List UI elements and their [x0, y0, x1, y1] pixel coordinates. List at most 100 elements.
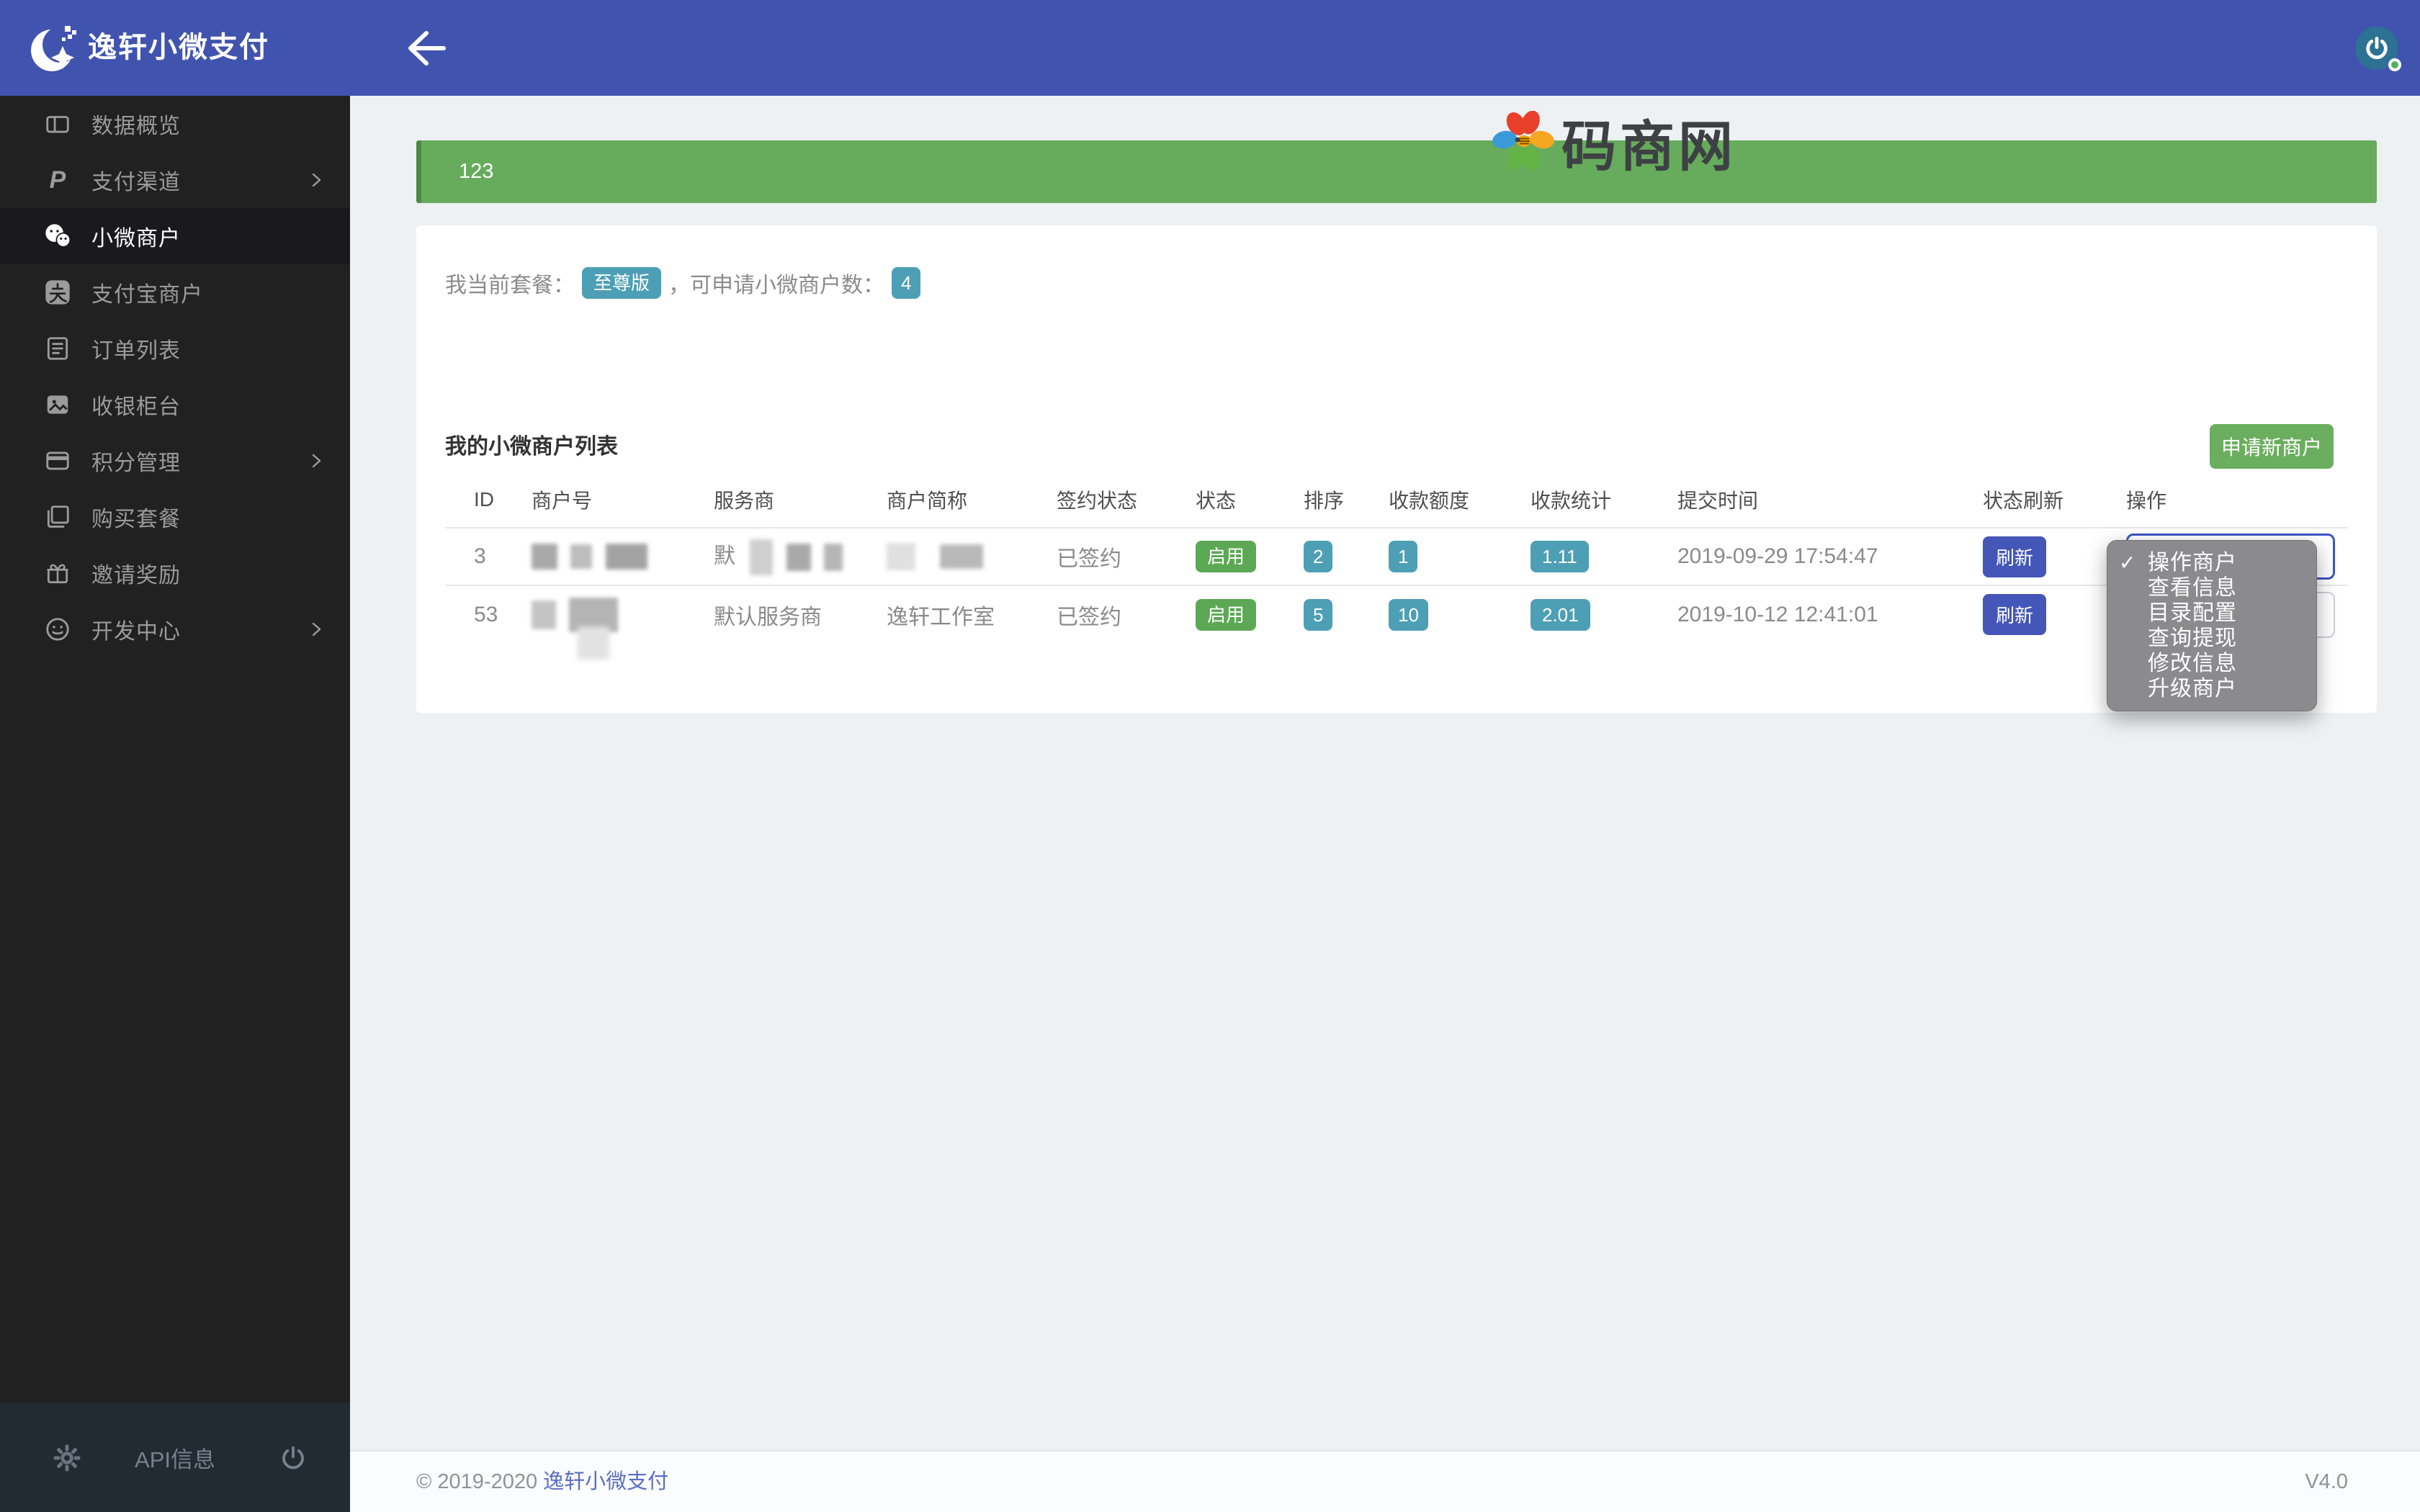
sidebar-item-label: 数据概览: [91, 114, 181, 138]
sidebar-item-cashier[interactable]: 收银柜台: [0, 377, 350, 433]
redacted-block: [750, 539, 774, 576]
smiley-icon: [42, 613, 73, 645]
dropdown-item-label: 修改信息: [2148, 652, 2237, 675]
col-header-status: 状态: [1167, 472, 1275, 528]
app-header: 逸轩小微支付: [0, 0, 2420, 96]
sort-badge: 5: [1304, 598, 1333, 631]
cell-time: 2019-10-12 12:41:01: [1677, 602, 1878, 626]
dropdown-item-label: 操作商户: [2148, 551, 2237, 575]
col-header-stats: 收款统计: [1502, 472, 1649, 528]
sidebar-item-label: 购买套餐: [91, 508, 181, 531]
quota-badge: 1: [1389, 541, 1418, 572]
paypal-icon: P: [49, 166, 66, 194]
redacted-block: [605, 544, 647, 570]
sidebar-item-invite-rewards[interactable]: 邀请奖励: [0, 545, 350, 601]
table-row: 53 默认服务商 逸轩工作室 已签约 启用 5 10 2.01 2019-10-…: [445, 585, 2348, 660]
redacted-block: [824, 544, 843, 572]
refresh-button[interactable]: 刷新: [1983, 594, 2047, 635]
sidebar-item-alipay-merchant[interactable]: 支付宝商户: [0, 264, 350, 320]
user-avatar[interactable]: [2355, 27, 2401, 71]
dropdown-item-upgrade-merchant[interactable]: 升级商户: [2107, 676, 2316, 701]
col-header-id: ID: [445, 472, 503, 528]
alert-banner: 123: [416, 140, 2377, 203]
sidebar-item-label: 支付宝商户: [91, 283, 203, 307]
redacted-block: [532, 544, 557, 570]
cell-sort: 5: [1275, 585, 1360, 643]
sidebar-item-label: 积分管理: [91, 451, 181, 475]
dropdown-item-view-info[interactable]: 查看信息: [2107, 575, 2316, 600]
cell-quota: 1: [1360, 528, 1502, 586]
logout-power-icon[interactable]: [279, 1444, 307, 1472]
apply-new-merchant-button[interactable]: 申请新商户: [2210, 424, 2334, 469]
sidebar-item-dev-center[interactable]: 开发中心: [0, 601, 350, 657]
refresh-button[interactable]: 刷新: [1983, 536, 2047, 577]
version-label: V4.0: [2305, 1470, 2348, 1493]
cell-id: 3: [445, 528, 503, 586]
gift-icon: [42, 557, 73, 589]
sidebar-item-label: 支付渠道: [91, 171, 181, 194]
online-status-dot: [2388, 58, 2401, 71]
sidebar-item-data-overview[interactable]: 数据概览: [0, 96, 350, 152]
redacted-block: [570, 544, 593, 570]
col-header-short-name: 商户简称: [858, 472, 1028, 528]
col-header-actions: 操作: [2097, 472, 2348, 528]
cell-id: 53: [474, 602, 498, 626]
table-header-row: ID 商户号 服务商 商户简称 签约状态 状态 排序 收款额度 收款统计 提交时…: [445, 472, 2348, 528]
status-badge: 启用: [1196, 598, 1257, 631]
cell-short-name-redacted: [858, 528, 1028, 586]
stats-badge: 2.01: [1531, 598, 1590, 631]
page-footer: © 2019-2020 逸轩小微支付 V4.0: [350, 1450, 2420, 1512]
col-header-service: 服务商: [685, 472, 858, 528]
cell-service: 默认服务商: [714, 605, 822, 629]
app-logo-icon: [31, 26, 79, 71]
copyright-text: © 2019-2020 逸轩小微支付: [416, 1452, 668, 1512]
table-row: 3 默 已签约 启用 2 1 1.11 2019-09-29 17:54:47 …: [445, 528, 2348, 586]
sidebar-item-points-management[interactable]: 积分管理: [0, 433, 350, 489]
col-header-time: 提交时间: [1649, 472, 1954, 528]
redacted-block: [940, 544, 984, 569]
cell-sort: 2: [1275, 528, 1360, 586]
dropdown-item-label: 目录配置: [2148, 601, 2237, 625]
sidebar-item-order-list[interactable]: 订单列表: [0, 320, 350, 377]
cell-sign-status: 已签约: [1057, 605, 1121, 629]
col-header-sort: 排序: [1275, 472, 1360, 528]
cell-status: 启用: [1167, 585, 1275, 643]
chevron-right-icon: [312, 173, 321, 187]
data-overview-icon: [42, 108, 73, 140]
dropdown-item-query-withdraw[interactable]: 查询提现: [2107, 626, 2316, 651]
cell-short-name: 逸轩工作室: [887, 605, 995, 629]
cell-sign-status: 已签约: [1028, 528, 1167, 586]
col-header-sign-status: 签约状态: [1028, 472, 1167, 528]
cell-stats: 1.11: [1502, 528, 1649, 586]
credit-card-icon: [42, 445, 73, 477]
sidebar-footer: API信息: [0, 1403, 350, 1512]
cell-stats: 2.01: [1502, 585, 1649, 643]
plan-middle: ，可申请小微商户数：: [668, 274, 885, 297]
cell-service: 默: [685, 528, 858, 586]
alipay-icon: [42, 276, 73, 308]
check-icon: ✓: [2119, 552, 2137, 574]
redacted-block: [887, 543, 915, 570]
merchant-card: 我当前套餐： 至尊版 ，可申请小微商户数： 4 我的小微商户列表 申请新商户 I…: [416, 225, 2377, 713]
dropdown-item-label: 升级商户: [2148, 677, 2237, 701]
cell-refresh: 刷新: [1954, 585, 2097, 643]
merchant-table: ID 商户号 服务商 商户简称 签约状态 状态 排序 收款额度 收款统计 提交时…: [445, 472, 2348, 660]
cell-refresh: 刷新: [1954, 528, 2097, 586]
sidebar-item-label: 邀请奖励: [91, 564, 181, 588]
wechat-icon: [42, 220, 73, 252]
action-dropdown-menu: ✓ 操作商户 查看信息 目录配置 查询提现 修改信息 升级商户: [2107, 540, 2317, 711]
quota-badge: 10: [1389, 598, 1428, 631]
sidebar-item-buy-package[interactable]: 购买套餐: [0, 489, 350, 545]
redacted-block: [786, 544, 811, 572]
dropdown-item-operate-merchant[interactable]: ✓ 操作商户: [2107, 550, 2316, 575]
sidebar-item-payment-channels[interactable]: P 支付渠道: [0, 152, 350, 208]
dropdown-item-directory-config[interactable]: 目录配置: [2107, 600, 2316, 626]
sidebar-item-micro-merchant[interactable]: 小微商户: [0, 208, 350, 264]
sidebar-item-label: 小微商户: [91, 227, 181, 251]
back-arrow-icon[interactable]: [405, 27, 448, 69]
footer-brand-link[interactable]: 逸轩小微支付: [543, 1470, 668, 1493]
image-icon: [42, 389, 73, 420]
service-prefix: 默: [714, 544, 735, 568]
sidebar-item-label: 收银柜台: [91, 395, 181, 419]
dropdown-item-edit-info[interactable]: 修改信息: [2107, 651, 2316, 676]
